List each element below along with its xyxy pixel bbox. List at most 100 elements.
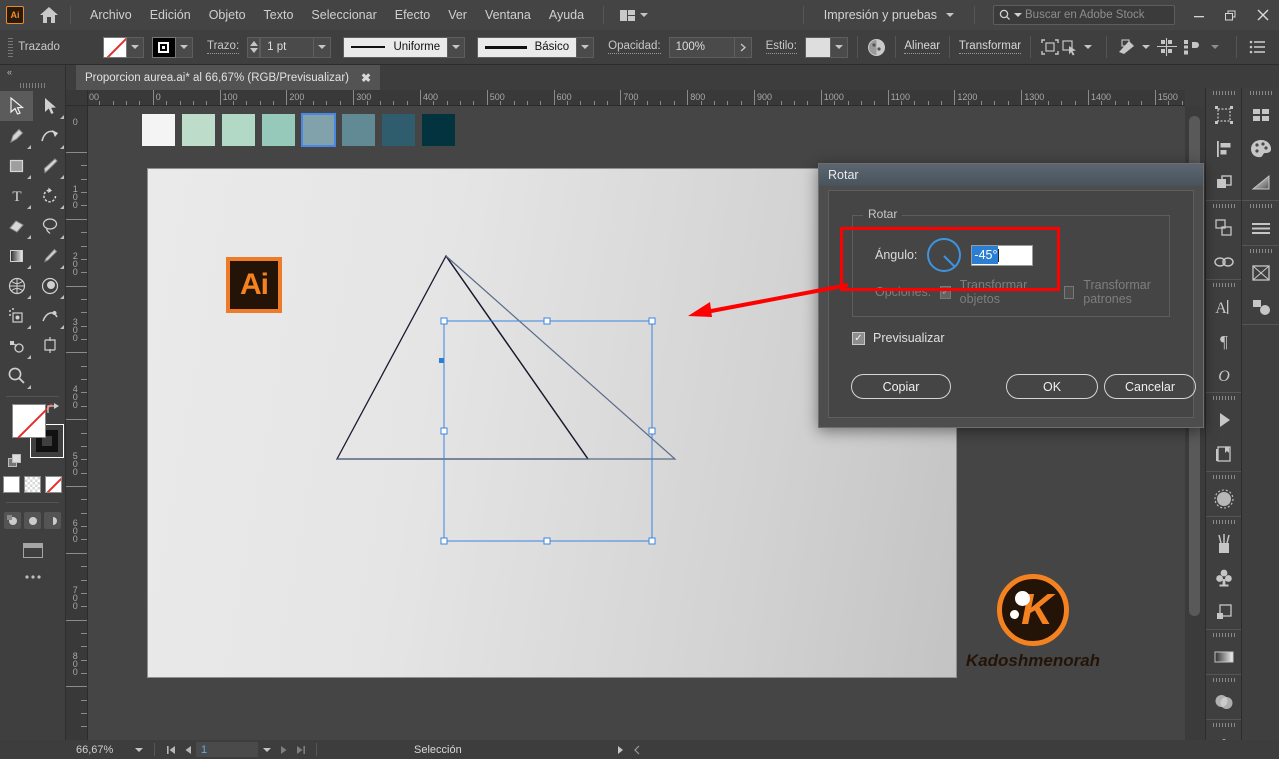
arrange-documents-button[interactable] xyxy=(614,7,654,24)
drawing-mode-inside[interactable] xyxy=(44,512,61,529)
drawing-mode-normal[interactable] xyxy=(4,512,21,529)
vertical-ruler[interactable]: 0 100 200 300 400 500 600 700 800 xyxy=(66,106,88,740)
tool-artboard[interactable] xyxy=(33,331,66,361)
dock-gripper-3[interactable] xyxy=(1206,280,1241,290)
menu-ventana[interactable]: Ventana xyxy=(476,4,540,26)
panel-links-icon[interactable] xyxy=(1206,245,1242,279)
panel-layers-small-icon[interactable] xyxy=(1206,595,1242,629)
zoom-level-field[interactable]: 66,67% xyxy=(76,744,130,756)
panel-align-icon[interactable] xyxy=(1206,132,1242,166)
color-mode-gradient[interactable] xyxy=(24,476,41,493)
stroke-weight-control[interactable]: 1 pt xyxy=(247,36,332,58)
copy-button[interactable]: Copiar xyxy=(851,374,951,399)
select-similar-icon[interactable] xyxy=(1060,36,1080,58)
fill-color-control[interactable] xyxy=(102,36,144,58)
stroke-weight-dropdown[interactable] xyxy=(314,36,332,58)
change-screen-mode-icon[interactable] xyxy=(22,543,43,558)
panel-appearance-icon[interactable] xyxy=(1206,482,1242,516)
fill-color-box[interactable] xyxy=(12,404,46,438)
menu-texto[interactable]: Texto xyxy=(255,4,303,26)
tool-column-graph[interactable] xyxy=(33,301,66,331)
tool-selection[interactable] xyxy=(0,91,33,121)
panel-transparency-icon[interactable] xyxy=(1206,685,1242,719)
dock-gripper-9[interactable] xyxy=(1206,720,1241,730)
checkbox-preview[interactable]: ✓ xyxy=(852,331,865,345)
isolate-selected-icon[interactable] xyxy=(1040,36,1060,58)
recolor-artwork-icon[interactable] xyxy=(867,36,886,58)
brush-value[interactable]: Básico xyxy=(477,36,578,58)
panel-libraries-icon[interactable] xyxy=(1206,437,1242,471)
last-artboard-button[interactable] xyxy=(292,741,309,758)
panel-opentype-icon[interactable]: O xyxy=(1206,358,1242,392)
select-similar-dropdown[interactable] xyxy=(1080,36,1097,58)
panel-artboards-icon[interactable] xyxy=(1206,98,1242,132)
checkbox-transform-patterns[interactable] xyxy=(1064,285,1075,299)
toolbar-gripper[interactable] xyxy=(0,79,65,91)
panel-stroke-icon[interactable] xyxy=(1242,211,1279,245)
tool-direct-selection[interactable] xyxy=(33,91,66,121)
dock-gripper-6[interactable] xyxy=(1206,517,1241,527)
stroke-weight-value[interactable]: 1 pt xyxy=(260,36,315,58)
opacity-label[interactable]: Opacidad: xyxy=(608,40,661,54)
panel-actions-icon[interactable] xyxy=(1206,403,1242,437)
previous-artboard-button[interactable] xyxy=(179,741,196,758)
workspace-switcher[interactable]: Impresión y pruebas xyxy=(814,8,964,22)
menu-ayuda[interactable]: Ayuda xyxy=(540,4,593,26)
swatch-0[interactable] xyxy=(142,114,175,146)
edit-toolbar-icon[interactable] xyxy=(1116,36,1138,58)
swatch-5[interactable] xyxy=(342,114,375,146)
ok-button[interactable]: OK xyxy=(1006,374,1098,399)
menu-seleccionar[interactable]: Seleccionar xyxy=(302,4,385,26)
graphic-style-swatch[interactable] xyxy=(804,36,831,58)
tool-rectangle[interactable] xyxy=(0,151,33,181)
stroke-profile-control[interactable]: Uniforme xyxy=(343,36,466,58)
document-setup-icon[interactable] xyxy=(1246,36,1270,58)
rotate-dialog[interactable]: Rotar Rotar Ángulo: -45° Opciones: ✓ Tra… xyxy=(818,163,1204,428)
next-artboard-button[interactable] xyxy=(275,741,292,758)
panel-transform-icon[interactable] xyxy=(1206,211,1242,245)
tool-paintbrush[interactable] xyxy=(33,151,66,181)
align-to-grid-icon[interactable] xyxy=(1155,36,1179,58)
kadoshmenorah-logo[interactable]: K Kadoshmenorah xyxy=(948,574,1118,671)
tool-curvature[interactable] xyxy=(33,121,66,151)
edit-toolbar-dropdown[interactable] xyxy=(1138,36,1155,58)
control-bar-gripper[interactable] xyxy=(6,36,14,58)
stroke-swatch-icon[interactable] xyxy=(151,36,176,58)
menu-objeto[interactable]: Objeto xyxy=(200,4,255,26)
panel-color-icon[interactable] xyxy=(1242,132,1279,166)
panel-brushes-icon[interactable] xyxy=(1206,527,1242,561)
fill-swatch-icon[interactable] xyxy=(102,36,127,58)
horizontal-ruler[interactable]: 00 0 100 200 300 400 500 600 700 800 900 1000 1100 12… xyxy=(88,90,1185,106)
status-resize-left-icon[interactable] xyxy=(629,741,646,758)
drawing-mode-behind[interactable] xyxy=(24,512,41,529)
swatch-6[interactable] xyxy=(382,114,415,146)
tool-eyedropper[interactable] xyxy=(33,241,66,271)
cancel-button[interactable]: Cancelar xyxy=(1104,374,1196,399)
tool-eraser[interactable] xyxy=(0,211,33,241)
dock-gripper-2[interactable] xyxy=(1206,201,1241,211)
menu-efecto[interactable]: Efecto xyxy=(386,4,439,26)
tool-slice[interactable] xyxy=(0,331,33,361)
default-fill-stroke-icon[interactable] xyxy=(8,454,22,468)
tool-symbol-sprayer[interactable] xyxy=(0,301,33,331)
stock-search-input[interactable]: Buscar en Adobe Stock xyxy=(993,5,1175,25)
swatch-7[interactable] xyxy=(422,114,455,146)
angle-input[interactable]: -45° xyxy=(971,244,1034,266)
collapse-toolbar-icon[interactable]: « xyxy=(0,65,65,79)
opacity-control[interactable]: 100% xyxy=(668,36,752,58)
dock-gripper[interactable] xyxy=(1206,88,1241,98)
first-artboard-button[interactable] xyxy=(162,741,179,758)
graphic-style-control[interactable] xyxy=(804,36,848,58)
tool-blend[interactable] xyxy=(33,271,66,301)
stroke-color-control[interactable] xyxy=(151,36,193,58)
status-flyout-icon[interactable] xyxy=(612,741,629,758)
fill-dropdown-button[interactable] xyxy=(126,36,144,58)
tool-rotate[interactable] xyxy=(33,181,66,211)
color-mode-solid[interactable] xyxy=(3,476,20,493)
panel-character-icon[interactable]: A xyxy=(1206,290,1242,324)
checkbox-transform-objects[interactable]: ✓ xyxy=(940,285,951,299)
ruler-origin[interactable] xyxy=(66,90,88,106)
panel-pathfinder-icon[interactable] xyxy=(1206,166,1242,200)
transform-button[interactable]: Transformar xyxy=(958,40,1022,54)
color-mode-none[interactable] xyxy=(45,476,62,493)
